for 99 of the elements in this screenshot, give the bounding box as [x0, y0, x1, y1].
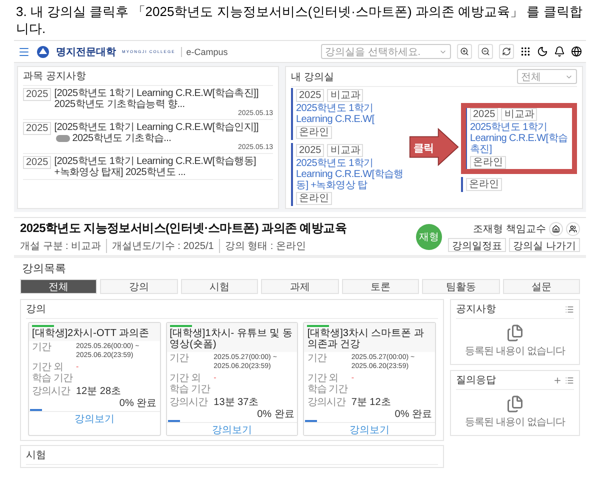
mode-tag: 온라인: [466, 178, 502, 190]
info-label: 기간: [307, 353, 328, 364]
instruction-text: 3. 내 강의실 클릭후 「2025학년도 지능정보서비스(인터넷·스마트폰) 과의존 예방교육」 를 클릭합니다.: [15, 3, 584, 38]
filter-tab[interactable]: 시험: [180, 279, 258, 294]
brand-name: 명지전문대학: [56, 46, 116, 58]
filter-tab[interactable]: 강의: [100, 279, 178, 294]
type-tag: 비교과: [327, 89, 364, 102]
course-meta: 개설년도/기수 : 2025/1: [106, 239, 219, 253]
documents-icon: [506, 324, 524, 342]
section-title: 강의목록: [22, 262, 67, 276]
info-label: 기간: [170, 353, 190, 364]
header-button[interactable]: 강의일정표: [448, 238, 506, 252]
refresh-icon: [502, 47, 511, 56]
mode-tag: 온라인: [296, 126, 332, 139]
view-lecture-button[interactable]: 강의보기: [166, 422, 298, 435]
info-label: 기간: [32, 342, 52, 353]
status-stripe: [32, 325, 54, 327]
year-tag: 2025: [296, 144, 324, 157]
zoom-in-button[interactable]: [457, 44, 472, 59]
course-link[interactable]: 2025학년도 1학기 Learning C.R.E.W[: [296, 103, 404, 125]
home-icon: [552, 224, 560, 232]
progress-indicator: [305, 420, 318, 422]
duration-value: 13분 37초: [214, 397, 260, 408]
year-tag: 2025: [296, 89, 324, 102]
lecture-title: [대학생]1차시- 유튜브 및 동영상(숏폼): [170, 328, 294, 350]
info-label: 강의시간: [307, 397, 347, 408]
progress-indicator: [168, 420, 180, 422]
professor-name: 조재형 책임교수: [473, 222, 546, 236]
refresh-button[interactable]: [499, 44, 514, 59]
progress-indicator: [30, 409, 42, 411]
course-meta: 개설 구분 : 비교과: [20, 240, 102, 253]
panel-title: 질의응답: [456, 374, 496, 387]
zoom-out-button[interactable]: [478, 44, 493, 59]
members-button[interactable]: [566, 222, 580, 236]
progress-text: 0% 완료: [256, 409, 296, 420]
status-stripe: [307, 325, 330, 327]
bell-icon[interactable]: [554, 46, 565, 57]
view-lecture-button[interactable]: 강의보기: [304, 422, 435, 435]
filter-tab[interactable]: 전체: [20, 279, 98, 294]
type-tag: 비교과: [327, 144, 364, 157]
lecture-title: [대학생]3차시 스마트폰 과의존과 건강: [307, 328, 426, 350]
callout-arrow: 클릭: [409, 127, 459, 167]
course-link[interactable]: 2025학년도 1학기 Learning C.R.E.W[학습행동] +녹화영상 탑: [296, 158, 404, 191]
zoom-out-icon: [481, 47, 490, 56]
users-icon: [569, 224, 577, 232]
moon-icon[interactable]: [537, 46, 548, 57]
mode-tag: 온라인: [470, 156, 506, 168]
empty-message: 등록된 내용이 없습니다: [465, 345, 565, 358]
panel-title: 내 강의실: [291, 70, 334, 84]
course-title: 2025학년도 지능정보서비스(인터넷·스마트폰) 과의존 예방교육: [20, 220, 348, 237]
info-value: -: [76, 362, 80, 371]
panel-title: 공지사항: [456, 303, 496, 316]
app-name: e-Campus: [181, 46, 228, 56]
panel-title: 과목 공지사항: [23, 70, 86, 83]
year-tag: 2025: [23, 122, 52, 135]
filter-tab[interactable]: 토론: [342, 279, 420, 294]
panel-title: 강의: [26, 303, 46, 316]
info-label: 강의시간: [170, 397, 209, 408]
documents-icon: [506, 395, 524, 413]
duration-value: 7분 12초: [351, 397, 392, 408]
notice-item[interactable]: [2025학년도 1학기 Learning C.R.E.W[학습촉진]] 2025학년도 기초학습능력 향...: [54, 88, 273, 110]
filter-tab[interactable]: 과제: [261, 279, 339, 294]
lecture-title: [대학생]2차시-OTT 과의존: [32, 328, 150, 339]
filter-tab[interactable]: 설문: [502, 279, 580, 294]
info-label: 기간 외 학습 기간: [32, 362, 74, 384]
status-stripe: [170, 325, 192, 327]
avatar: 재형: [416, 224, 442, 250]
mode-tag: 온라인: [296, 192, 332, 205]
info-value: -: [351, 373, 355, 382]
zoom-in-icon: [460, 47, 469, 56]
info-label: 강의시간: [32, 386, 72, 397]
globe-icon[interactable]: [571, 46, 582, 57]
menu-icon[interactable]: [18, 46, 30, 58]
filter-tab[interactable]: 팀활동: [422, 279, 500, 294]
apps-grid-icon[interactable]: [520, 46, 531, 57]
notice-item[interactable]: [2025학년도 1학기 Learning C.R.E.W[학습행동] +녹화영상 탑재] 2025학년도 ...: [54, 156, 273, 178]
year-tag: 2025: [23, 88, 52, 101]
year-tag: 2025: [470, 108, 498, 120]
header-button[interactable]: 강의실 나가기: [509, 238, 580, 252]
course-meta: 강의 형태 : 온라인: [218, 239, 311, 253]
masked-mark: [56, 134, 70, 142]
college-logo-icon: [36, 44, 50, 58]
progress-text: 0% 완료: [394, 409, 433, 420]
duration-value: 12분 28초: [76, 386, 122, 397]
list-icon[interactable]: [565, 376, 574, 384]
panel-title: 시험: [26, 449, 46, 462]
list-icon[interactable]: [565, 304, 574, 314]
notice-item[interactable]: [2025학년도 1학기 Learning C.R.E.W[학습인지]] 2025학년도 기초학습...: [54, 122, 273, 144]
info-label: 기간 외 학습 기간: [170, 373, 212, 395]
home-button[interactable]: [549, 222, 563, 236]
progress-text: 0% 완료: [118, 398, 158, 409]
info-value: -: [214, 373, 218, 382]
type-tag: 비교과: [501, 108, 538, 120]
info-label: 기간 외 학습 기간: [307, 373, 349, 395]
add-icon[interactable]: [553, 376, 562, 384]
year-tag: 2025: [23, 156, 52, 169]
course-link[interactable]: 2025학년도 1학기 Learning C.R.E.W[학습촉진]: [470, 122, 570, 154]
empty-message: 등록된 내용이 없습니다: [465, 416, 565, 429]
view-lecture-button[interactable]: 강의보기: [29, 411, 160, 424]
